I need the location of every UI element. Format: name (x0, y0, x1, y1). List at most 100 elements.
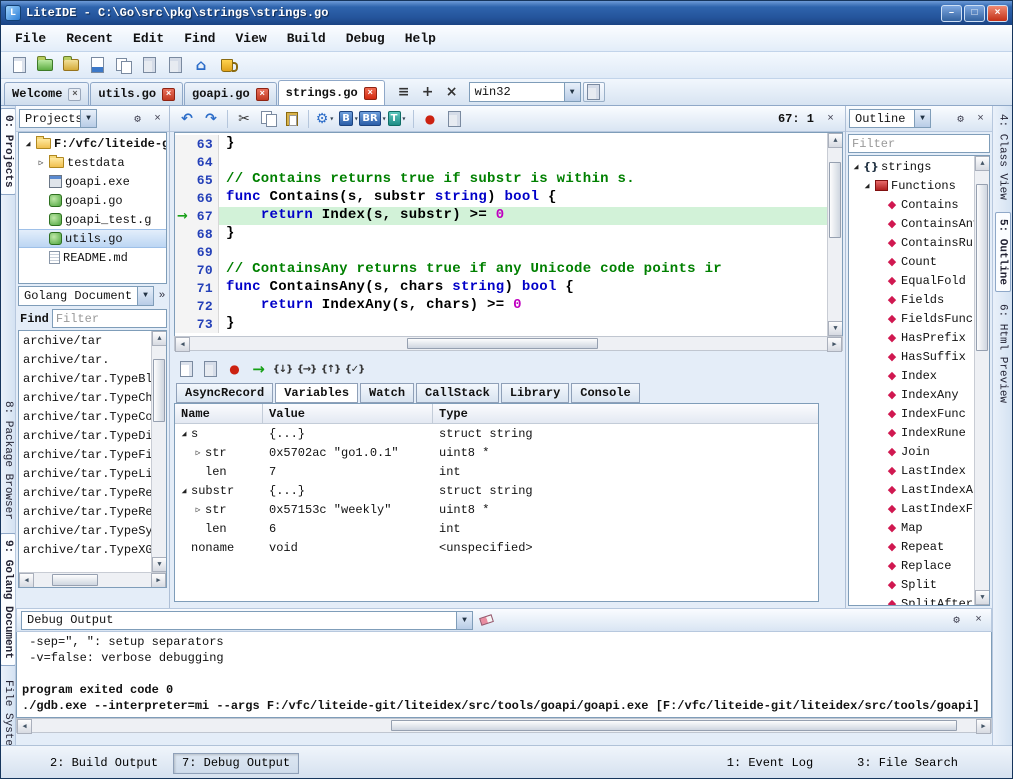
tab-strings-go[interactable]: strings.go× (278, 80, 385, 105)
debug-tab-asyncrecord[interactable]: AsyncRecord (176, 383, 273, 403)
line-number-gutter[interactable]: 71 (175, 279, 219, 297)
undo-icon[interactable]: ↶ (176, 108, 198, 129)
column-header-type[interactable]: Type (433, 404, 818, 423)
project-item-goapi-go[interactable]: goapi.go (19, 191, 166, 210)
outline-vertical-scrollbar[interactable]: ▲ ▼ (974, 156, 989, 605)
line-number-gutter[interactable]: 63 (175, 135, 219, 153)
outline-item-splitafter[interactable]: SplitAfter (849, 594, 974, 605)
golang-document-combo[interactable]: Golang Document ▼ (18, 286, 154, 306)
export-log-icon[interactable] (200, 359, 221, 379)
doc-item-archive-tar-typexgl[interactable]: archive/tar.TypeXGl (19, 541, 151, 560)
outline-item-functions[interactable]: ◢Functions (849, 176, 974, 195)
test-menu-icon[interactable]: T▾ (386, 108, 408, 129)
tab-welcome[interactable]: Welcome× (4, 82, 89, 105)
doc-item-archive-tar-typedir[interactable]: archive/tar.TypeDir (19, 427, 151, 446)
doc-item-archive-tar-typereg[interactable]: archive/tar.TypeReg (19, 484, 151, 503)
scrollbar-track[interactable] (34, 573, 151, 587)
code-line-73[interactable]: 73} (175, 315, 827, 333)
open-folder-icon[interactable] (59, 54, 83, 77)
status-button-7-debug-output[interactable]: 7: Debug Output (173, 753, 299, 774)
scroll-right-icon[interactable]: ▶ (827, 337, 842, 352)
expander-icon[interactable]: ◢ (851, 162, 861, 172)
menu-view[interactable]: View (225, 28, 276, 49)
side-tab-file-system[interactable]: File System (1, 674, 15, 745)
debug-output-horizontal-scrollbar[interactable]: ◀ ▶ (16, 718, 992, 733)
tab-utils-go[interactable]: utils.go× (90, 82, 183, 105)
outline-item-lastindex[interactable]: LastIndex (849, 461, 974, 480)
open-file-icon[interactable] (33, 54, 57, 77)
debug-tab-watch[interactable]: Watch (360, 383, 414, 403)
doc-list-vertical-scrollbar[interactable]: ▲ ▼ (151, 331, 166, 572)
outline-item-hassuffix[interactable]: HasSuffix (849, 347, 974, 366)
doc-filter-input[interactable] (52, 309, 167, 328)
menu-find[interactable]: Find (174, 28, 225, 49)
tab-close-icon[interactable]: × (162, 88, 175, 101)
project-item-testdata[interactable]: ▷testdata (19, 153, 166, 172)
outline-item-indexrune[interactable]: IndexRune (849, 423, 974, 442)
export-file-icon[interactable] (163, 54, 187, 77)
project-item-utils-go[interactable]: utils.go (19, 229, 166, 248)
scrollbar-track[interactable] (828, 148, 842, 321)
run-to-line-icon[interactable]: {✓} (344, 359, 365, 379)
scrollbar-thumb[interactable] (976, 184, 988, 352)
outline-item-index[interactable]: Index (849, 366, 974, 385)
outline-item-lastindexan[interactable]: LastIndexAn (849, 480, 974, 499)
step-into-icon[interactable]: {↓} (272, 359, 293, 379)
outline-item-join[interactable]: Join (849, 442, 974, 461)
outline-item-equalfold[interactable]: EqualFold (849, 271, 974, 290)
expander-icon[interactable]: ◢ (862, 181, 872, 191)
outline-item-indexfunc[interactable]: IndexFunc (849, 404, 974, 423)
doc-item-archive-tar-typereg[interactable]: archive/tar.TypeReg (19, 503, 151, 522)
minimize-button[interactable]: – (941, 5, 962, 22)
code-line-64[interactable]: 64 (175, 153, 827, 171)
project-item-goapi-test-g[interactable]: goapi_test.g (19, 210, 166, 229)
home-icon[interactable]: ⌂ (189, 54, 213, 77)
debug-tab-variables[interactable]: Variables (275, 383, 358, 403)
doc-item-archive-tar-typesym[interactable]: archive/tar.TypeSym (19, 522, 151, 541)
scrollbar-track[interactable] (152, 346, 166, 557)
close-editor-icon[interactable]: × (441, 82, 463, 102)
start-debug-icon[interactable]: ● (419, 108, 441, 129)
chevron-down-icon[interactable]: ▼ (456, 612, 472, 629)
paste-icon[interactable] (281, 108, 303, 129)
code-view[interactable]: 63}6465// Contains returns true if subst… (175, 133, 827, 336)
code-line-66[interactable]: 66func Contains(s, substr string) bool { (175, 189, 827, 207)
outline-item-fieldsfunc[interactable]: FieldsFunc (849, 309, 974, 328)
build-menu-icon[interactable]: B▾ (338, 108, 360, 129)
panel-close-icon[interactable]: × (970, 612, 987, 629)
save-all-icon[interactable] (111, 54, 135, 77)
code-editor[interactable]: 63}6465// Contains returns true if subst… (174, 132, 843, 336)
outline-combo[interactable]: Outline ▼ (849, 109, 931, 128)
doc-item-archive-tar-typeblo[interactable]: archive/tar.TypeBlo (19, 370, 151, 389)
outline-item-repeat[interactable]: Repeat (849, 537, 974, 556)
line-number-gutter[interactable]: 69 (175, 243, 219, 261)
projects-combo[interactable]: Projects ▼ (19, 109, 97, 128)
debug-tab-library[interactable]: Library (501, 383, 569, 403)
clear-output-eraser-icon[interactable] (478, 612, 495, 629)
outline-item-replace[interactable]: Replace (849, 556, 974, 575)
copy-icon[interactable] (257, 108, 279, 129)
debug-output-combo[interactable]: Debug Output ▼ (21, 611, 473, 630)
scroll-down-icon[interactable]: ▼ (975, 590, 990, 605)
redo-icon[interactable]: ↷ (200, 108, 222, 129)
outline-item-containsany[interactable]: ContainsAny (849, 214, 974, 233)
tab-close-icon[interactable]: × (256, 88, 269, 101)
side-tab-6-html-preview[interactable]: 6: Html Preview (996, 298, 1010, 409)
chevron-down-icon[interactable]: ▼ (914, 110, 930, 127)
side-tab-0-projects[interactable]: 0: Projects (1, 108, 16, 195)
doc-list-horizontal-scrollbar[interactable]: ◀ ▶ (19, 572, 166, 587)
new-file-icon[interactable] (7, 54, 31, 77)
tab-close-icon[interactable]: × (364, 87, 377, 100)
scrollbar-thumb[interactable] (52, 574, 99, 586)
outline-item-split[interactable]: Split (849, 575, 974, 594)
show-current-line-icon[interactable] (176, 359, 197, 379)
doc-item-archive-tar[interactable]: archive/tar. (19, 351, 151, 370)
column-header-name[interactable]: Name (175, 404, 263, 423)
menu-help[interactable]: Help (395, 28, 446, 49)
line-number-gutter[interactable]: 73 (175, 315, 219, 333)
menu-file[interactable]: File (5, 28, 56, 49)
expander-icon[interactable]: ◢ (179, 429, 189, 439)
code-line-70[interactable]: 70// ContainsAny returns true if any Uni… (175, 261, 827, 279)
side-tab-4-class-view[interactable]: 4: Class View (996, 108, 1010, 206)
line-number-gutter[interactable]: 66 (175, 189, 219, 207)
